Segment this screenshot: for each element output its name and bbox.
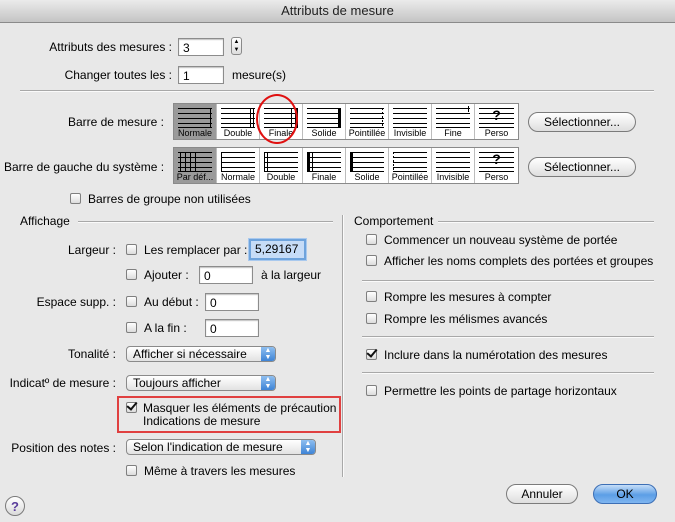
break-melisma-checkbox[interactable] <box>366 313 377 324</box>
horizontal-split-checkbox[interactable] <box>366 385 377 396</box>
barline-option-solide[interactable]: Solide <box>303 104 346 139</box>
display-section-title: Affichage <box>20 214 70 228</box>
popup-arrows-icon: ▲ ▼ <box>301 440 315 454</box>
at-end-input[interactable]: 0 <box>205 319 259 337</box>
left-barline-label: Barre de gauche du système : <box>4 160 165 174</box>
barline-option-pointillee[interactable]: Pointillée <box>346 104 389 139</box>
key-popup[interactable]: Afficher si nécessaire ▲ ▼ <box>126 346 276 362</box>
include-numbering-label: Inclure dans la numérotation des mesures <box>384 348 608 362</box>
change-all-label: Changer toutes les : <box>64 68 172 82</box>
break-melisma-label: Rompre les mélismes avancés <box>384 312 548 326</box>
barline-option-invisible[interactable]: Invisible <box>389 104 432 139</box>
left-barline-option-pointillee[interactable]: Pointillée <box>389 148 432 183</box>
column-divider <box>342 215 344 477</box>
barline-label: Barre de mesure : <box>67 115 164 129</box>
behavior-divider-2 <box>362 336 654 338</box>
time-sig-popup[interactable]: Toujours afficher ▲ ▼ <box>126 375 276 391</box>
barline-select-button[interactable]: Sélectionner... <box>528 112 636 132</box>
width-label: Largeur : <box>67 243 116 257</box>
across-measures-label: Même à travers les mesures <box>144 464 296 478</box>
help-icon[interactable]: ? <box>5 496 25 516</box>
add-checkbox[interactable] <box>126 269 137 280</box>
at-end-checkbox[interactable] <box>126 322 137 333</box>
left-barline-option-double[interactable]: Double <box>260 148 303 183</box>
at-start-input[interactable]: 0 <box>205 293 259 311</box>
new-system-label: Commencer un nouveau système de portée <box>384 233 618 247</box>
display-divider <box>78 221 333 223</box>
add-label: Ajouter : <box>144 268 189 282</box>
time-sig-label: Indicatº de mesure : <box>9 376 116 390</box>
left-barline-option-normale[interactable]: Normale <box>217 148 260 183</box>
new-system-checkbox[interactable] <box>366 234 377 245</box>
left-barline-option-solide[interactable]: Solide <box>346 148 389 183</box>
window-title: Attributs de mesure <box>0 0 675 23</box>
popup-arrows-icon: ▲ ▼ <box>261 347 275 361</box>
attributes-input[interactable]: 3 <box>178 38 224 56</box>
left-barline-icon-bar: Par déf... Normale Double Finale Solide … <box>173 147 519 184</box>
full-names-label: Afficher les noms complets des portées e… <box>384 254 654 268</box>
add-input[interactable]: 0 <box>199 266 253 284</box>
barline-option-double[interactable]: Double <box>217 104 260 139</box>
note-position-popup[interactable]: Selon l'indication de mesure ▲ ▼ <box>126 439 316 455</box>
full-names-checkbox[interactable] <box>366 255 377 266</box>
replace-checkbox[interactable] <box>126 244 137 255</box>
barline-option-perso[interactable]: ? Perso <box>475 104 518 139</box>
behavior-section-title: Comportement <box>354 214 434 228</box>
left-barline-option-perso[interactable]: ? Perso <box>475 148 518 183</box>
at-end-label: A la fin : <box>144 321 187 335</box>
cancel-button[interactable]: Annuler <box>506 484 578 504</box>
change-all-input[interactable]: 1 <box>178 66 224 84</box>
horizontal-split-label: Permettre les points de partage horizont… <box>384 384 617 398</box>
question-icon: ? <box>492 151 501 167</box>
hide-courtesy-checkbox[interactable] <box>126 402 137 413</box>
left-barline-option-invisible[interactable]: Invisible <box>432 148 475 183</box>
unused-group-barlines-label: Barres de groupe non utilisées <box>88 192 251 206</box>
break-multimeasure-checkbox[interactable] <box>366 291 377 302</box>
left-barline-select-button[interactable]: Sélectionner... <box>528 157 636 177</box>
break-multimeasure-label: Rompre les mesures à compter <box>384 290 552 304</box>
hide-courtesy-sublabel: Indications de mesure <box>143 414 261 428</box>
barline-icon-bar: Normale Double Finale Solide Pointillée … <box>173 103 519 140</box>
replace-input[interactable]: 5,29167 <box>249 239 306 260</box>
attributes-label: Attributs des mesures : <box>49 40 172 54</box>
highlight-circle <box>256 94 298 144</box>
at-start-checkbox[interactable] <box>126 296 137 307</box>
left-barline-option-finale[interactable]: Finale <box>303 148 346 183</box>
question-icon: ? <box>492 107 501 123</box>
barline-option-fine[interactable]: Fine <box>432 104 475 139</box>
ok-button[interactable]: OK <box>593 484 657 504</box>
popup-arrows-icon: ▲ ▼ <box>261 376 275 390</box>
attributes-stepper[interactable]: ▲ ▼ <box>231 37 242 55</box>
key-label: Tonalité : <box>67 347 116 361</box>
divider-top <box>20 90 654 92</box>
change-all-unit: mesure(s) <box>232 68 287 82</box>
behavior-divider-3 <box>362 372 654 374</box>
unused-group-barlines-checkbox[interactable] <box>70 193 81 204</box>
barline-option-normale[interactable]: Normale <box>174 104 217 139</box>
left-barline-option-default[interactable]: Par déf... <box>174 148 217 183</box>
extra-space-label: Espace supp. : <box>36 295 116 309</box>
include-numbering-checkbox[interactable] <box>366 349 377 360</box>
replace-label: Les remplacer par : <box>144 243 248 257</box>
add-suffix: à la largeur <box>261 268 322 282</box>
behavior-divider <box>438 221 654 223</box>
behavior-divider-1 <box>362 280 654 282</box>
at-start-label: Au début : <box>144 295 199 309</box>
across-measures-checkbox[interactable] <box>126 465 137 476</box>
note-position-label: Position des notes : <box>11 441 116 455</box>
